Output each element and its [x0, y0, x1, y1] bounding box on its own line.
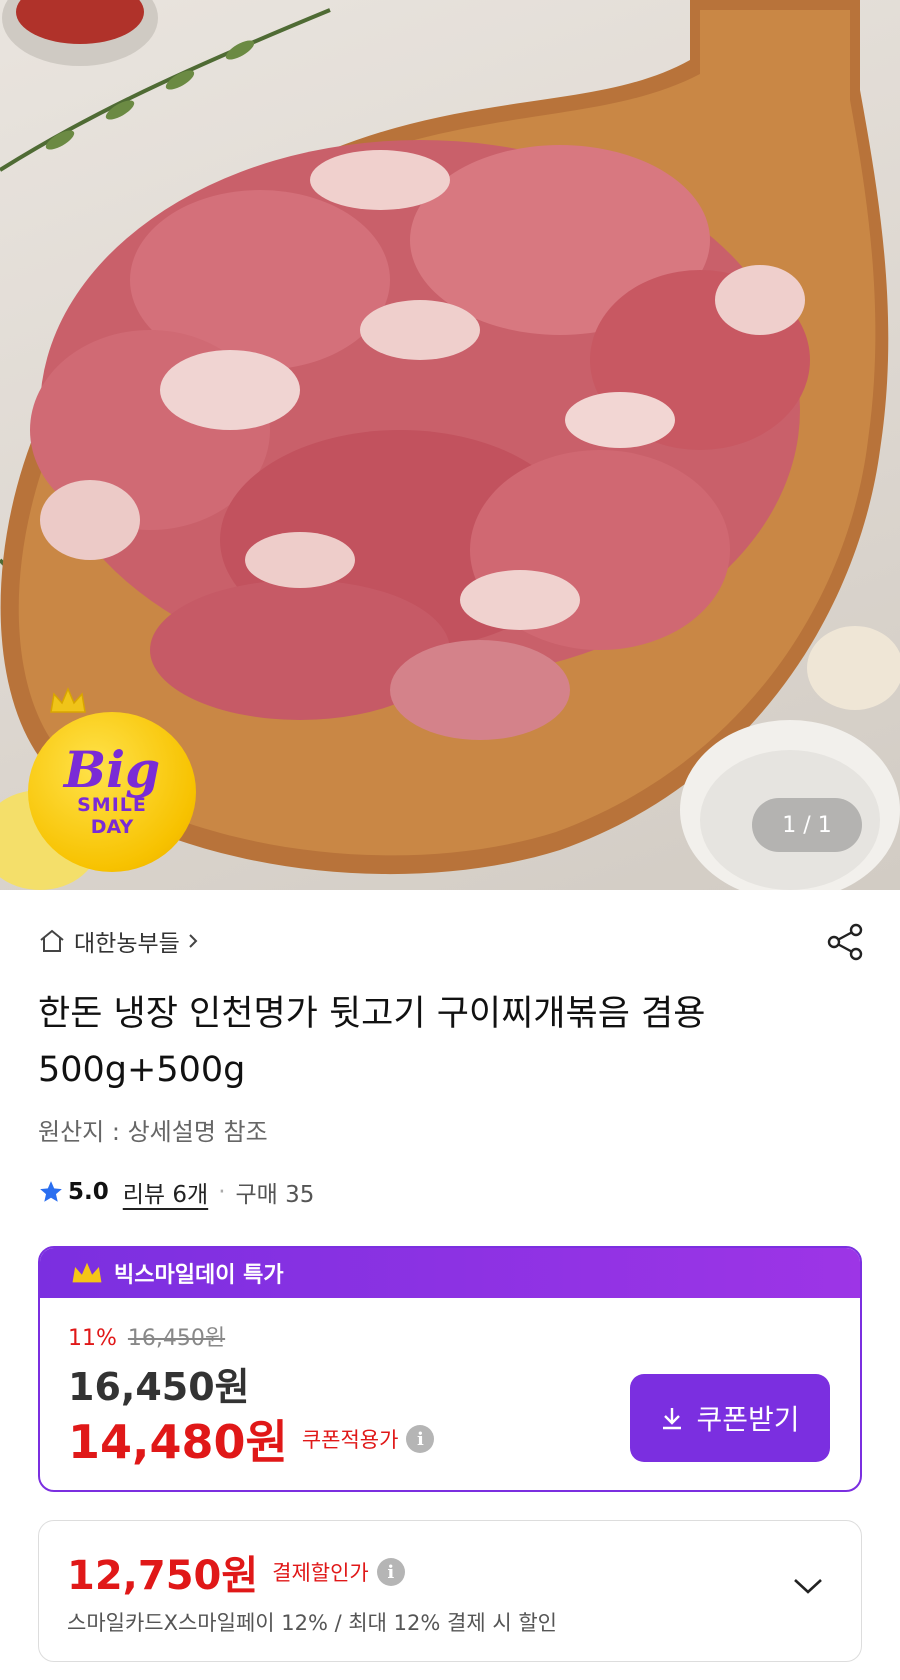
get-coupon-label: 쿠폰받기: [696, 1404, 800, 1435]
deal-header-label: 빅스마일데이 특가: [114, 1263, 284, 1288]
rating-row: 5.0 리뷰 6개 · 구매 35: [38, 1175, 314, 1209]
separator-dot: ·: [218, 1179, 226, 1205]
download-icon: [663, 1408, 682, 1430]
product-title: 한돈 냉장 인천명가 뒷고기 구이찌개볶음 겸용 500g+500g: [38, 994, 706, 1090]
sale-price: 16,450원: [68, 1365, 250, 1409]
big-smile-day-badge: Big SMILE DAY: [28, 712, 196, 872]
sales-count: 구매 35: [235, 1182, 315, 1208]
info-icon[interactable]: i: [406, 1425, 435, 1453]
product-info: 대한농부들 한돈 냉장 인천명가 뒷고기 구이찌개볶음 겸용 500g+500g…: [0, 890, 900, 1680]
payment-price-label: 결제할인가: [272, 1561, 369, 1585]
reviews-link[interactable]: 리뷰 6개: [123, 1175, 208, 1209]
payment-description: 스마일카드X스마일페이 12% / 최대 12% 결제 시 할인: [67, 1611, 557, 1635]
chevron-down-icon[interactable]: [791, 1575, 825, 1597]
deal-header: 빅스마일데이 특가: [40, 1248, 860, 1298]
coupon-price: 14,480원: [68, 1415, 288, 1469]
coupon-price-row: 14,480원 쿠폰적용가 i: [68, 1406, 435, 1472]
badge-big-text: Big: [63, 740, 161, 799]
share-icon[interactable]: [826, 922, 866, 962]
store-link[interactable]: 대한농부들: [38, 924, 200, 958]
coupon-price-label: 쿠폰적용가: [301, 1428, 399, 1452]
discount-row: 11% 16,450원: [68, 1320, 225, 1352]
info-icon[interactable]: i: [376, 1558, 405, 1586]
discount-percent: 11%: [68, 1326, 117, 1351]
payment-price-row: 12,750원 결제할인가 i: [67, 1543, 405, 1601]
crown-icon: [72, 1262, 102, 1283]
deal-body: 11% 16,450원 16,450원 14,480원 쿠폰적용가 i 쿠폰받기: [40, 1298, 860, 1490]
original-price: 16,450원: [127, 1326, 226, 1351]
payment-price: 12,750원: [67, 1553, 259, 1599]
badge-day-text: DAY: [90, 816, 134, 838]
image-page-indicator: 1 / 1: [752, 798, 862, 852]
chevron-right-icon: [189, 934, 198, 948]
star-icon: [40, 1181, 62, 1202]
product-image[interactable]: Big SMILE DAY 1 / 1: [0, 0, 900, 890]
home-icon: [40, 929, 64, 952]
payment-discount-card[interactable]: 12,750원 결제할인가 i 스마일카드X스마일페이 12% / 최대 12%…: [38, 1520, 862, 1662]
rating-score: 5.0: [68, 1179, 109, 1205]
badge-smile-text: SMILE: [77, 794, 147, 816]
get-coupon-button[interactable]: 쿠폰받기: [630, 1374, 830, 1462]
crown-icon: [50, 687, 86, 713]
big-smile-deal-card: 빅스마일데이 특가 11% 16,450원 16,450원 14,480원 쿠폰…: [38, 1246, 862, 1492]
store-name: 대한농부들: [74, 931, 180, 957]
product-origin: 원산지 : 상세설명 참조: [38, 1118, 268, 1146]
